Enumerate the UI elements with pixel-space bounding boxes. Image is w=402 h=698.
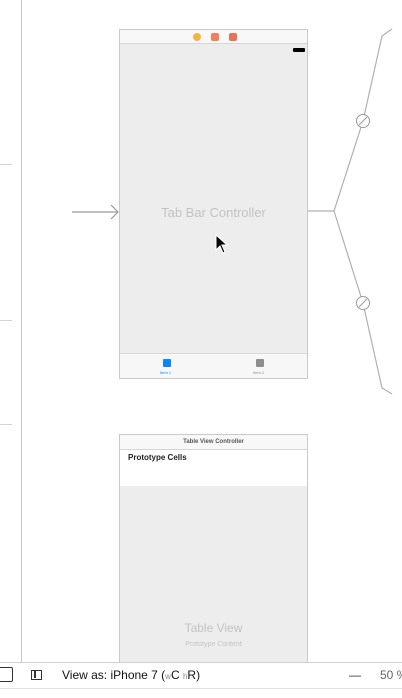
- table-view-subtitle: Prototype Content: [185, 641, 242, 648]
- mouse-pointer-icon: [215, 234, 229, 254]
- prototype-cells-section[interactable]: Prototype Cells: [120, 450, 307, 486]
- prototype-cells-label: Prototype Cells: [128, 453, 187, 462]
- zoom-out-button[interactable]: —: [349, 668, 361, 682]
- tab-item-1-icon[interactable]: [163, 359, 171, 367]
- tab-item-2-label[interactable]: Item 2: [253, 370, 264, 375]
- hide-outline-button[interactable]: [0, 667, 13, 682]
- view-controller-icon[interactable]: [211, 33, 219, 41]
- scene-header: Table View Controller: [120, 435, 307, 450]
- view-as-label: View as: iPhone 7 (: [62, 668, 166, 682]
- size-class-r: R): [187, 668, 201, 682]
- tab-bar[interactable]: Item 1 Item 2: [120, 353, 307, 378]
- sidebar-toggle-icon[interactable]: [31, 670, 42, 680]
- storyboard-canvas[interactable]: Tab Bar Controller Item 1 Item 2 Table V…: [0, 0, 402, 662]
- relationship-segue-icon: [356, 296, 370, 310]
- relationship-segue-icon: [356, 114, 370, 128]
- zoom-level[interactable]: 50 %: [380, 668, 402, 682]
- view-as-selector[interactable]: View as: iPhone 7 (wC hR): [62, 668, 200, 682]
- battery-icon: [293, 48, 305, 52]
- scene-dock: [120, 30, 307, 44]
- tab-item-2-icon[interactable]: [256, 359, 264, 367]
- first-responder-icon[interactable]: [193, 33, 201, 41]
- tab-bar-controller-scene[interactable]: Tab Bar Controller Item 1 Item 2: [119, 29, 308, 379]
- size-class-c: C: [170, 668, 180, 682]
- exit-icon[interactable]: [229, 33, 237, 41]
- table-view-title: Table View: [184, 621, 243, 635]
- tab-item-1-label[interactable]: Item 1: [160, 370, 171, 375]
- scene-title: Tab Bar Controller: [161, 205, 266, 220]
- table-view-controller-scene[interactable]: Table View Controller Prototype Cells Ta…: [119, 434, 308, 662]
- bottom-toolbar-edge: [0, 688, 402, 698]
- canvas-bottom-bar: View as: iPhone 7 (wC hR) — 50 %: [0, 662, 402, 688]
